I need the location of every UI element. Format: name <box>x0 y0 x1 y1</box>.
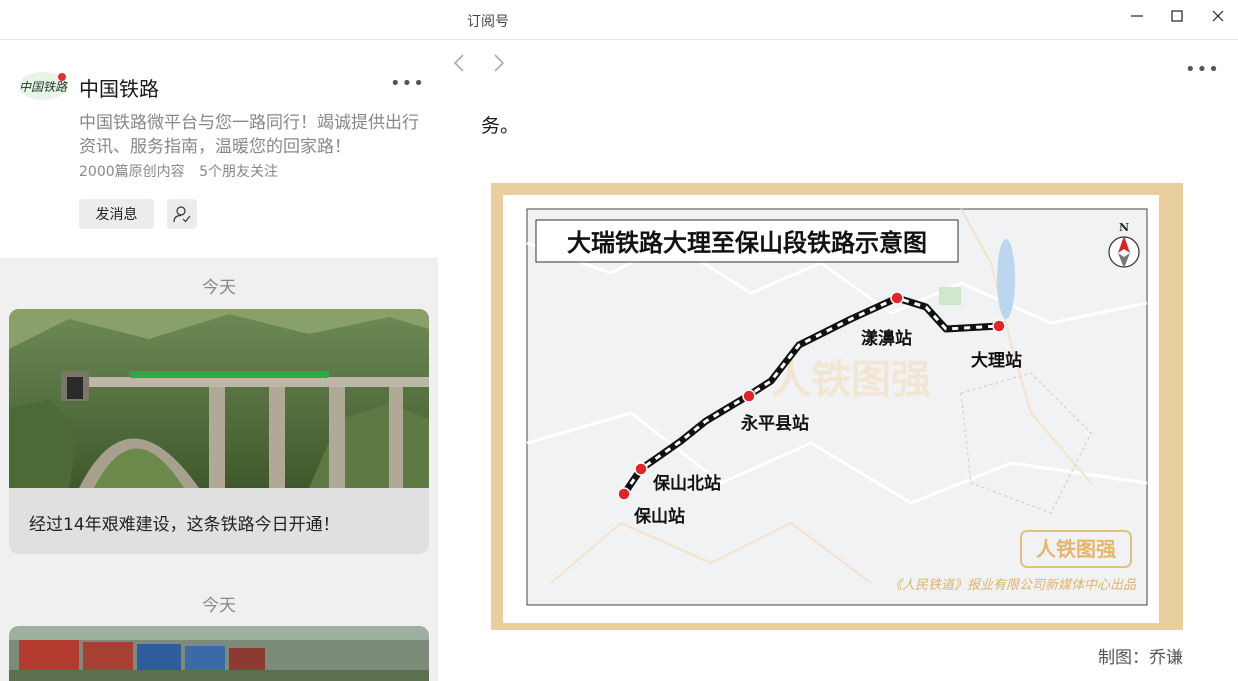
original-count: 2000篇原创内容 <box>79 164 185 180</box>
station-label: 大理站 <box>971 350 1022 371</box>
window-title: 订阅号 <box>467 14 509 30</box>
station-marker <box>634 462 648 476</box>
feed-date-label: 今天 <box>202 278 236 298</box>
map-credit: 制图：乔谦 <box>1098 648 1183 668</box>
back-button[interactable] <box>452 53 466 78</box>
minimize-icon <box>1131 15 1143 17</box>
app-window: 订阅号 中国铁路 中国铁路 ••• 中国铁路微平台与您一路同行！竭诚提供出行资讯… <box>0 0 1238 681</box>
article-card-title: 经过14年艰难建设，这条铁路今日开通！ <box>29 515 340 535</box>
watermark-logo: 人铁图强 <box>771 357 931 403</box>
send-message-button[interactable]: 发消息 <box>79 199 154 229</box>
station-label: 漾濞站 <box>861 328 912 349</box>
friends-follow-count[interactable]: 5个朋友关注 <box>199 164 278 180</box>
station-marker <box>742 389 756 403</box>
svg-text:人铁图强: 人铁图强 <box>1036 537 1116 561</box>
account-stats: 2000篇原创内容 5个朋友关注 <box>79 161 278 181</box>
svg-text:中国铁路: 中国铁路 <box>19 80 68 94</box>
account-avatar[interactable]: 中国铁路 <box>18 69 68 103</box>
account-profile: 中国铁路 中国铁路 ••• 中国铁路微平台与您一路同行！竭诚提供出行资讯、服务指… <box>0 41 438 258</box>
close-button[interactable] <box>1203 4 1233 28</box>
map-publisher-credit: 《人民铁道》报业有限公司新媒体中心出品 <box>889 578 1137 593</box>
more-options-icon[interactable]: ••• <box>390 73 425 94</box>
chevron-right-icon <box>494 54 505 72</box>
station-marker <box>890 291 904 305</box>
follow-status-button[interactable] <box>167 199 197 229</box>
svg-text:N: N <box>1119 221 1129 234</box>
article-thumbnail-image <box>9 309 429 488</box>
station-label: 保山北站 <box>652 473 721 494</box>
chevron-left-icon <box>453 54 464 72</box>
article-paragraph: 务。 <box>481 115 520 137</box>
more-options-icon[interactable]: ••• <box>1185 59 1220 80</box>
feed-date-label: 今天 <box>202 596 236 616</box>
forward-button[interactable] <box>492 53 506 78</box>
title-bar: 订阅号 <box>0 0 1238 40</box>
station-label: 永平县站 <box>740 413 809 434</box>
station-marker <box>617 487 631 501</box>
article-card[interactable] <box>9 626 429 681</box>
account-name: 中国铁路 <box>79 77 159 101</box>
account-description: 中国铁路微平台与您一路同行！竭诚提供出行资讯、服务指南，温暖您的回家路！ <box>79 113 419 157</box>
subscription-list-panel[interactable]: 中国铁路 中国铁路 ••• 中国铁路微平台与您一路同行！竭诚提供出行资讯、服务指… <box>0 41 438 681</box>
close-icon <box>1212 10 1224 22</box>
railway-map-image: 人铁图强 大瑞铁路大理至保山段铁路示意图 N 大理站 漾濞站 永平县站 保山北站… <box>491 183 1183 630</box>
article-reader[interactable]: ••• 务。 人铁图强 大瑞铁路大理至保山段铁路示意图 N 大理站 漾濞站 永平… <box>438 41 1238 681</box>
maximize-button[interactable] <box>1162 4 1192 28</box>
article-card[interactable]: 经过14年艰难建设，这条铁路今日开通！ <box>9 309 429 554</box>
map-title: 大瑞铁路大理至保山段铁路示意图 <box>567 228 927 257</box>
user-check-icon <box>173 206 191 223</box>
svg-text:人铁图强: 人铁图强 <box>771 357 931 403</box>
article-thumbnail-image <box>9 626 429 681</box>
minimize-button[interactable] <box>1122 4 1152 28</box>
station-marker <box>992 319 1006 333</box>
maximize-icon <box>1171 10 1183 22</box>
station-label: 保山站 <box>633 506 685 527</box>
